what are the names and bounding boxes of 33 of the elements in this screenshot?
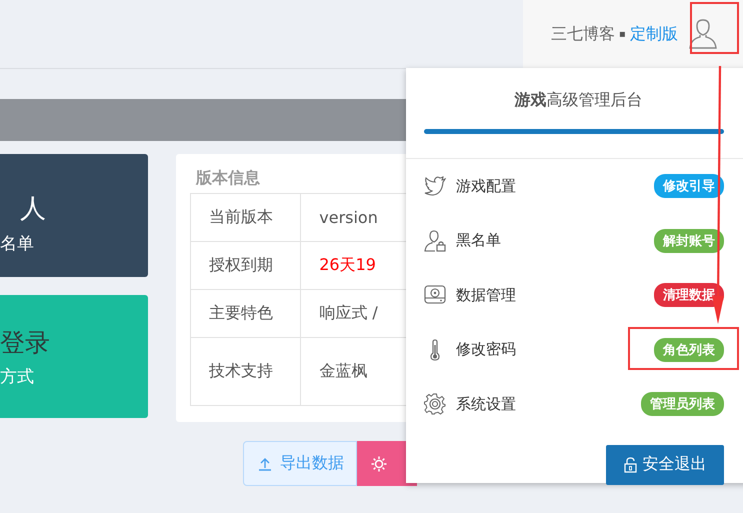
card-label: 方式 xyxy=(0,366,35,388)
edition-link[interactable]: 定制版 xyxy=(630,24,678,44)
user-lock-icon xyxy=(424,230,446,252)
logout-button[interactable]: 安全退出 xyxy=(606,444,724,484)
menu-badge[interactable]: 修改引导 xyxy=(654,174,724,198)
menu-badge[interactable]: 管理员列表 xyxy=(641,392,724,416)
export-button[interactable]: 导出数据 xyxy=(243,441,357,486)
menu-item[interactable]: 系统设置 xyxy=(456,394,641,414)
site-name: 三七博客 xyxy=(551,24,615,44)
panel-title: 版本信息 xyxy=(196,168,261,189)
separator: ▪ xyxy=(619,28,626,40)
card-value: 登录 xyxy=(0,326,50,358)
menu-item[interactable]: 修改密码 xyxy=(456,340,654,360)
sun-icon xyxy=(371,456,387,472)
menu-title: 游戏高级管理后台 xyxy=(514,90,642,111)
hard-drive-icon xyxy=(424,285,446,306)
bird-icon xyxy=(424,176,446,196)
menu-item[interactable]: 数据管理 xyxy=(456,286,654,305)
menu-item[interactable]: 游戏配置 xyxy=(456,176,654,196)
table-cell: 授权到期 xyxy=(190,242,301,290)
menu-item[interactable]: 黑名单 xyxy=(456,231,654,250)
settings-icon xyxy=(424,393,446,416)
lock-icon xyxy=(624,456,636,472)
highlight-frame xyxy=(690,2,739,54)
table-cell: 当前版本 xyxy=(190,194,301,242)
card-label: 名单 xyxy=(0,232,35,254)
card-unit: 人 xyxy=(20,192,46,226)
menu-badge[interactable]: 解封账号 xyxy=(654,228,724,253)
menu-badge[interactable]: 角色列表 xyxy=(654,338,724,362)
upload-icon xyxy=(258,456,272,470)
table-cell: 主要特色 xyxy=(190,290,301,338)
user-icon[interactable] xyxy=(688,18,718,50)
table-cell: 技术支持 xyxy=(190,338,301,406)
